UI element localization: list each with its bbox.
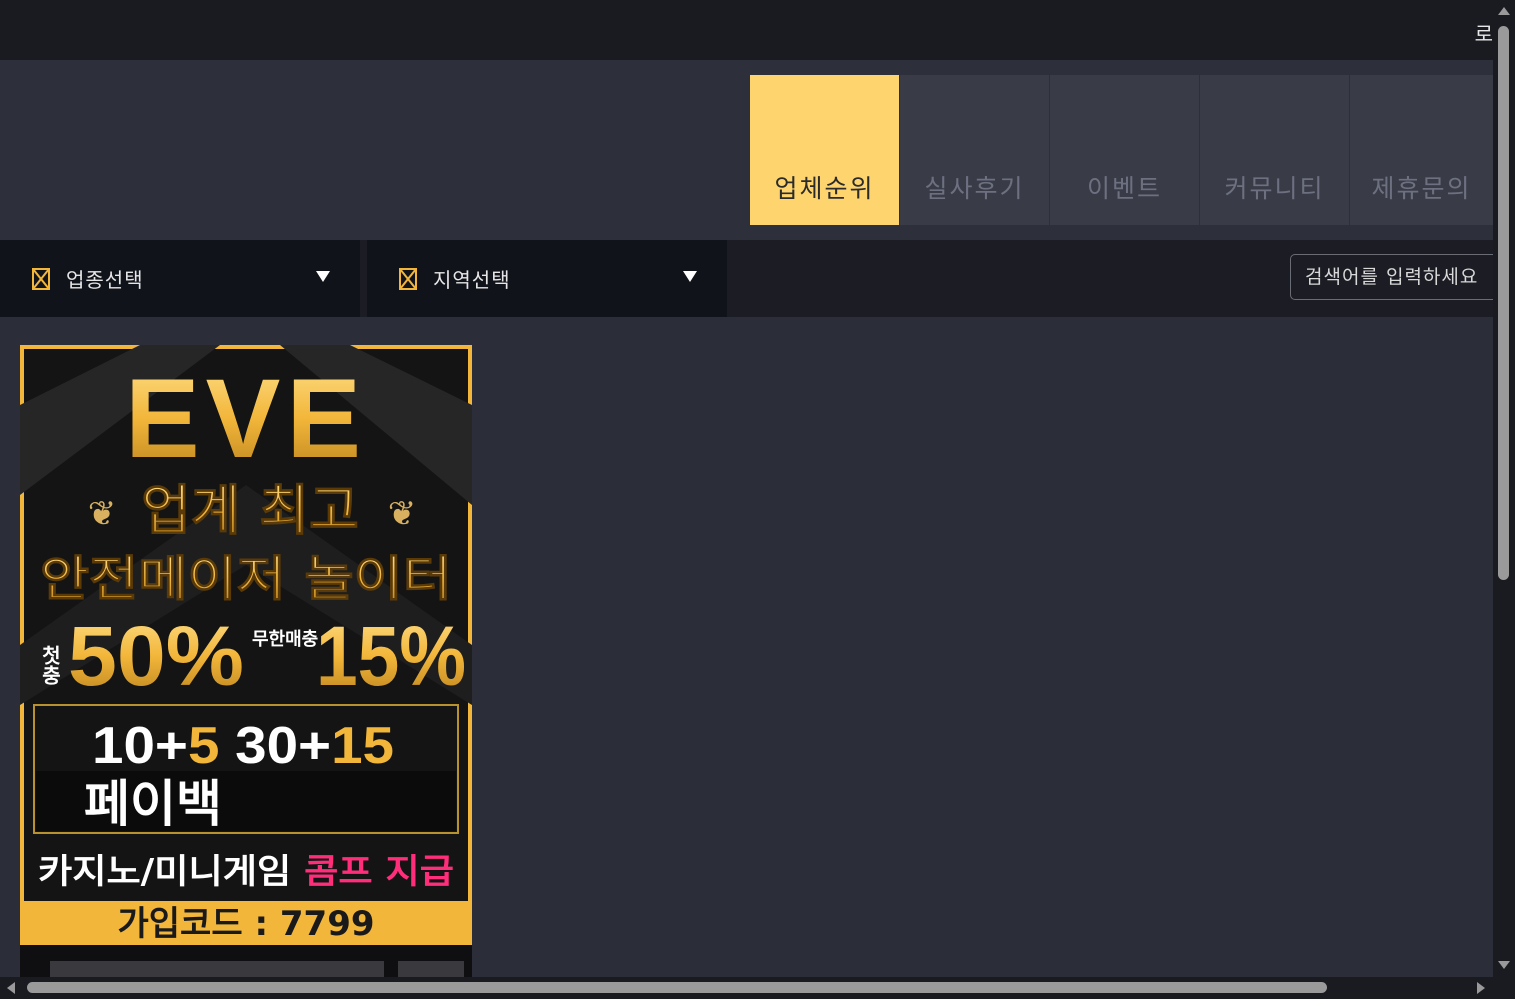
vertical-scroll-thumb[interactable] [1498, 26, 1509, 580]
payback-nums-a: 10+ [92, 717, 188, 775]
region-select-label: 지역선택 [433, 268, 511, 292]
banner-image: EVE ❦ ❦ 업계 최고 안전메이저 놀이터 첫충 50% 무한매충 15% … [20, 345, 472, 945]
main-nav: 업체순위 실사후기 이벤트 커뮤니티 제휴문의 [750, 75, 1493, 225]
nav-item-partnership[interactable]: 제휴문의 [1350, 75, 1493, 225]
category-select-label: 업종선택 [66, 268, 144, 292]
banner-first: 첫충 [38, 645, 62, 685]
nav-item-events[interactable]: 이벤트 [1050, 75, 1199, 225]
banner-line2: 안전메이저 놀이터 [40, 551, 452, 607]
vertical-scrollbar[interactable] [1493, 0, 1515, 977]
ad-banner[interactable]: EVE ❦ ❦ 업계 최고 안전메이저 놀이터 첫충 50% 무한매충 15% … [20, 345, 472, 985]
scroll-up-icon[interactable] [1498, 7, 1510, 15]
svg-text:10+5 30+15: 10+ 5 30+ 15 [92, 717, 394, 775]
banner-logo: EVE [125, 356, 367, 481]
payback-nums-d: 15 [331, 717, 394, 775]
horizontal-scroll-thumb[interactable] [27, 982, 1327, 993]
banner-code: 가입코드 : 7799 [117, 904, 374, 944]
payback-nums-c: 30+ [219, 717, 331, 775]
nav-item-reviews[interactable]: 실사후기 [900, 75, 1049, 225]
banner-unlimited-pct: 15% [316, 609, 466, 703]
caret-down-icon [683, 271, 697, 282]
login-link[interactable]: 로 [1475, 18, 1493, 47]
caret-down-icon [316, 271, 330, 282]
scroll-down-icon[interactable] [1498, 961, 1510, 969]
scrollbar-corner [1493, 977, 1515, 999]
category-select[interactable]: 업종선택 [0, 240, 360, 317]
svg-text:카지노/미니게임 콤프 지급: 카지노/미니게임 콤프 지급 [38, 852, 454, 892]
scroll-left-icon[interactable] [7, 982, 15, 994]
laurel-left-icon: ❦ [88, 494, 117, 534]
filter-bar: 업종선택 지역선택 [0, 240, 1515, 317]
banner-line1: 업계 최고 [141, 479, 359, 542]
banner-first-pct: 50% [68, 609, 244, 703]
hourglass-icon [399, 267, 417, 290]
header: 업체순위 실사후기 이벤트 커뮤니티 제휴문의 [0, 60, 1493, 240]
banner-unlimited: 무한매충 [252, 629, 318, 650]
nav-item-company-ranking[interactable]: 업체순위 [750, 75, 899, 225]
scroll-right-icon[interactable] [1477, 982, 1485, 994]
horizontal-scrollbar[interactable] [0, 977, 1493, 999]
top-bar: 로 [0, 0, 1493, 60]
laurel-right-icon: ❦ [388, 494, 417, 534]
region-select[interactable]: 지역선택 [367, 240, 727, 317]
hourglass-icon [32, 267, 50, 290]
banner-comp-b: 콤프 지급 [304, 852, 454, 892]
payback-nums-b: 5 [188, 717, 219, 775]
banner-comp-a: 카지노/미니게임 [38, 852, 304, 892]
search-input[interactable] [1290, 254, 1515, 300]
nav-item-community[interactable]: 커뮤니티 [1200, 75, 1349, 225]
banner-payback: 페이백 [84, 775, 222, 833]
